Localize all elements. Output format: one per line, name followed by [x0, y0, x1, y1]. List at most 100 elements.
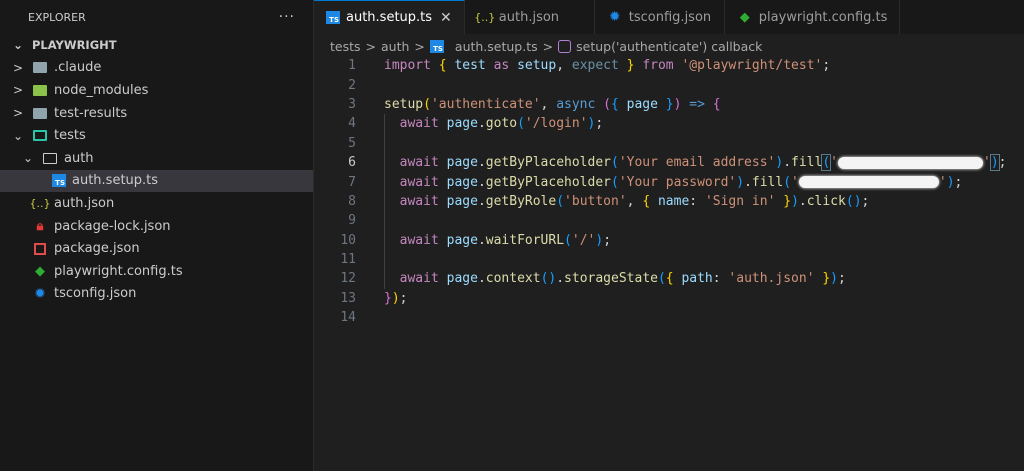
breadcrumb-auth[interactable]: auth — [381, 39, 409, 54]
tree-item[interactable]: ⌄ auth — [0, 147, 313, 170]
code-token: => — [689, 96, 705, 112]
file-tree: > .claude > node_modules > test-results ⌄ tests… — [0, 57, 313, 306]
tree-item-label: playwright.config.ts — [54, 263, 183, 279]
indent-guide — [384, 114, 385, 134]
code-token: ) — [587, 116, 596, 132]
breadcrumb-symbol[interactable]: setup('authenticate') callback — [576, 39, 762, 54]
code-line: 5 — [314, 133, 1024, 153]
tree-item[interactable]: {..} auth.json — [0, 192, 313, 215]
code-token: await — [399, 193, 439, 209]
explorer-sidebar: EXPLORER ··· ⌄ PLAYWRIGHT > .claude > node_… — [0, 0, 314, 471]
code-token: waitForURL — [485, 232, 565, 248]
more-actions-icon[interactable]: ··· — [279, 9, 295, 25]
code-token: ) — [673, 96, 682, 112]
typescript-file-icon: TS — [52, 174, 66, 188]
code-token: ( — [657, 271, 666, 287]
code-token: ( — [564, 232, 572, 248]
code-token: ; — [954, 174, 963, 190]
tab-auth-json[interactable]: {..} auth.json — [464, 0, 595, 34]
tree-item[interactable]: 🔒︎ package-lock.json — [0, 215, 313, 238]
code-editor[interactable]: 1 import { test as setup, expect } from '… — [314, 56, 1024, 327]
code-token: , — [626, 193, 643, 209]
indent-guide — [384, 249, 385, 270]
redacted-value — [798, 176, 939, 189]
line-number: 14 — [340, 310, 356, 326]
tree-item[interactable]: ✹ tsconfig.json — [0, 283, 313, 306]
tree-item[interactable]: package.json — [0, 237, 313, 260]
line-number: 1 — [348, 58, 356, 74]
indent-guide — [384, 269, 385, 289]
tab-auth-setup-ts[interactable]: TS auth.setup.ts ✕ — [314, 0, 465, 34]
code-line: 1 import { test as setup, expect } from '… — [314, 56, 1024, 75]
breadcrumb-file[interactable]: auth.setup.ts — [455, 39, 538, 54]
code-token: page — [438, 174, 478, 190]
code-token: { — [665, 271, 674, 287]
folder-icon — [32, 61, 48, 75]
code-token: ; — [822, 58, 831, 74]
typescript-file-icon: TS — [429, 39, 444, 53]
indent-guide — [384, 191, 385, 212]
code-token: ) — [791, 193, 799, 209]
code-token: ( — [611, 174, 619, 190]
json-file-icon: {..} — [29, 196, 51, 210]
indent-guide — [384, 133, 385, 153]
code-token: 'auth.json' — [728, 271, 815, 287]
code-token: storageState — [564, 271, 658, 287]
code-token: getByPlaceholder — [485, 174, 611, 190]
code-line: 9 — [314, 211, 1024, 231]
node-folder-icon — [32, 83, 48, 97]
code-token: 'button' — [564, 193, 627, 209]
code-token: ; — [595, 116, 604, 132]
chevron-right-icon: > — [12, 83, 24, 98]
editor-tabs: TS auth.setup.ts ✕ {..} auth.json ✹ tsconfig.j… — [314, 0, 1024, 34]
tree-item[interactable]: > .claude — [0, 57, 313, 80]
workspace-root[interactable]: ⌄ PLAYWRIGHT — [0, 34, 313, 57]
tree-item[interactable]: TS auth.setup.ts — [0, 169, 313, 193]
line-number: 8 — [348, 193, 356, 209]
chevron-down-icon: ⌄ — [22, 151, 34, 166]
code-token: ) — [595, 232, 604, 248]
code-token: as — [493, 58, 510, 74]
code-token: from — [642, 58, 674, 74]
code-line: 8 await page. getByRole('button', { name:… — [314, 191, 1024, 212]
code-token: ' — [791, 174, 799, 190]
redacted-value — [838, 156, 983, 169]
code-token: : — [712, 271, 729, 287]
tree-item[interactable]: ◆ playwright.config.ts — [0, 260, 313, 283]
tab-playwright-config-ts[interactable]: ◆ playwright.config.ts — [724, 0, 901, 34]
line-number: 6 — [348, 155, 356, 171]
code-token: . — [477, 193, 486, 209]
tree-item[interactable]: ⌄ tests — [0, 124, 313, 147]
tab-tsconfig-json[interactable]: ✹ tsconfig.json — [594, 0, 725, 34]
code-token: page — [438, 155, 478, 171]
close-icon[interactable]: ✕ — [440, 10, 452, 26]
code-token: '@playwright/test' — [681, 58, 823, 74]
chevron-right-icon: > — [365, 38, 377, 54]
breadcrumb-tests[interactable]: tests — [330, 39, 361, 54]
code-token: ( — [556, 193, 565, 209]
chevron-right-icon: > — [12, 106, 24, 121]
code-token: } — [822, 271, 831, 287]
code-token: ) — [391, 290, 400, 306]
code-token: { — [642, 193, 651, 209]
line-number: 9 — [348, 213, 356, 229]
tree-item[interactable]: > node_modules — [0, 79, 313, 102]
line-number: 4 — [348, 116, 356, 132]
code-token: ' — [830, 155, 838, 171]
code-token: ( — [845, 193, 854, 209]
code-token: . — [477, 155, 486, 171]
code-token: async — [556, 96, 596, 112]
code-token: . — [783, 155, 792, 171]
tsconfig-icon: ✹ — [608, 9, 621, 25]
tree-item[interactable]: > test-results — [0, 102, 313, 125]
code-token: goto — [485, 116, 518, 132]
code-token: page — [438, 193, 478, 209]
